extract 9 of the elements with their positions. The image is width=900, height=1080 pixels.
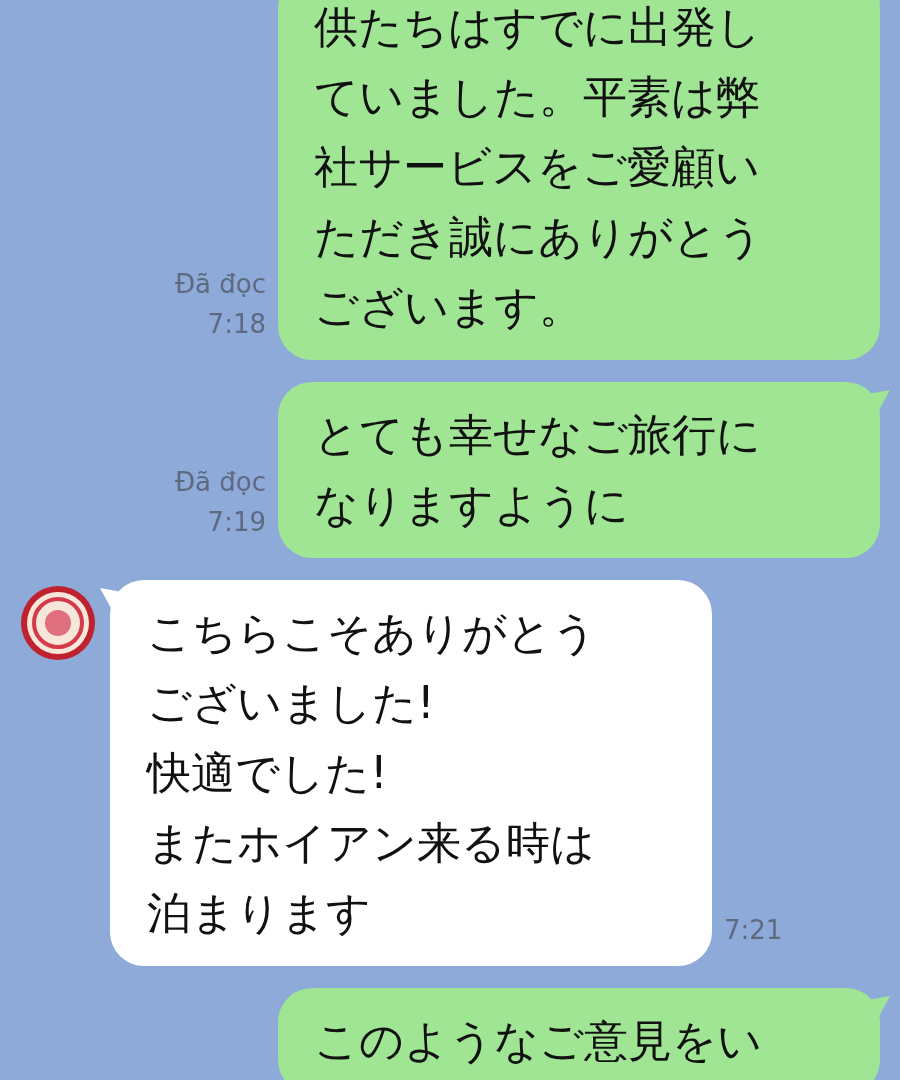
message-text: このようなご意見をい <box>314 1014 763 1068</box>
message-time: 7:19 <box>207 506 266 539</box>
message-text: こちらこそありがとうございました! 快適でした! またホイアン来る時は泊まります <box>147 606 598 940</box>
read-receipt: Đã đọc <box>174 268 266 301</box>
message-time: 7:21 <box>724 914 783 947</box>
message-time: 7:18 <box>207 308 266 341</box>
message-text: とても幸せなご旅行になりますように <box>314 408 762 532</box>
message-text: 供たちはすでに出発していました。平素は弊社サービスをご愛顧いただき誠にありがとうございます。 <box>314 0 764 334</box>
read-receipt: Đã đọc <box>174 466 266 499</box>
